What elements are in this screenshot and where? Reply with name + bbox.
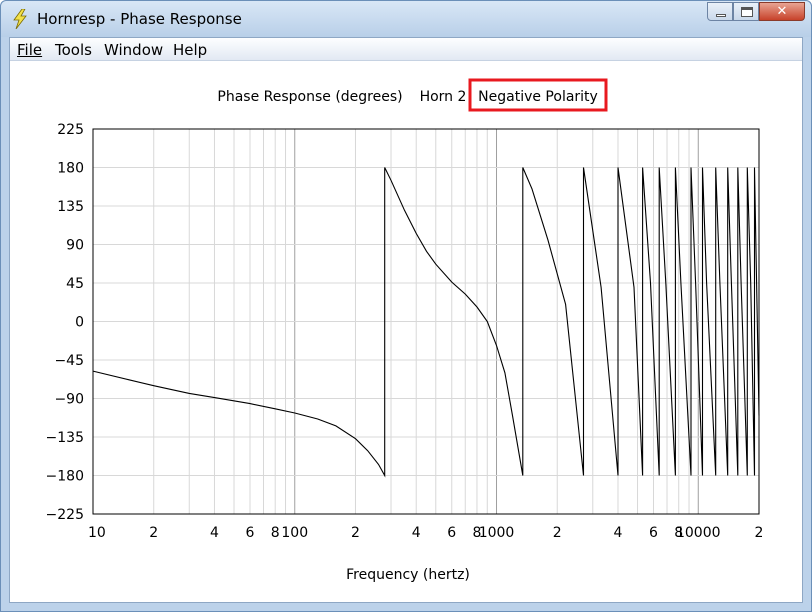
client-area: File Tools Window Help Phase Response (d… [9,37,803,603]
x-tick-label: 100 [281,525,308,541]
y-tick-label: −225 [46,507,84,523]
negative-polarity-label[interactable]: Negative Polarity [478,89,598,105]
x-tick-label: 2 [553,525,562,541]
window-title: Hornresp - Phase Response [37,10,242,28]
maximize-icon [741,7,753,17]
y-tick-label: −90 [54,392,84,408]
y-tick-label: 180 [57,161,84,177]
minimize-icon [716,14,726,17]
x-tick-labels: 10 2 4 6 8 100 2 4 6 81000 2 4 6 810000 2 [88,525,763,541]
window-controls: ✕ [707,2,805,22]
close-button[interactable]: ✕ [759,2,805,21]
x-tick-label: 6 [246,525,255,541]
x-axis-label: Frequency (hertz) [346,567,470,583]
close-icon: ✕ [776,4,788,19]
y-tick-labels: 225 180 135 90 45 0 −45 −90 −135 −180 −225 [46,122,84,523]
x-tick-label: 4 [614,525,623,541]
x-tick-label: 8 [271,525,280,541]
x-tick-label: 1000 [479,525,515,541]
y-tick-label: 0 [75,315,84,331]
phase-response-chart: Phase Response (degrees) Horn 2 Negative… [46,78,763,583]
y-tick-label: 135 [57,199,84,215]
x-tick-label: 10 [88,525,106,541]
y-tick-label: 45 [66,276,84,292]
x-tick-label: 10000 [676,525,721,541]
app-window: Hornresp - Phase Response ✕ File Tools W… [0,0,812,612]
minimize-button[interactable] [707,2,733,21]
x-tick-label: 4 [210,525,219,541]
y-tick-label: 90 [66,238,84,254]
x-tick-label: 6 [447,525,456,541]
y-tick-label: −45 [54,353,84,369]
lightning-bolt-icon [13,9,27,29]
x-tick-label: 2 [351,525,360,541]
maximize-button[interactable] [733,2,759,21]
title-bar[interactable]: Hornresp - Phase Response ✕ [1,1,811,37]
y-tick-label: −180 [46,469,84,485]
y-tick-label: −135 [46,430,84,446]
horn-label: Horn 2 [420,89,467,105]
x-tick-label: 2 [149,525,158,541]
chart-title: Phase Response (degrees) [217,89,402,105]
x-tick-label: 2 [755,525,764,541]
x-tick-label: 4 [412,525,421,541]
x-tick-label: 6 [649,525,658,541]
y-tick-label: 225 [57,122,84,138]
